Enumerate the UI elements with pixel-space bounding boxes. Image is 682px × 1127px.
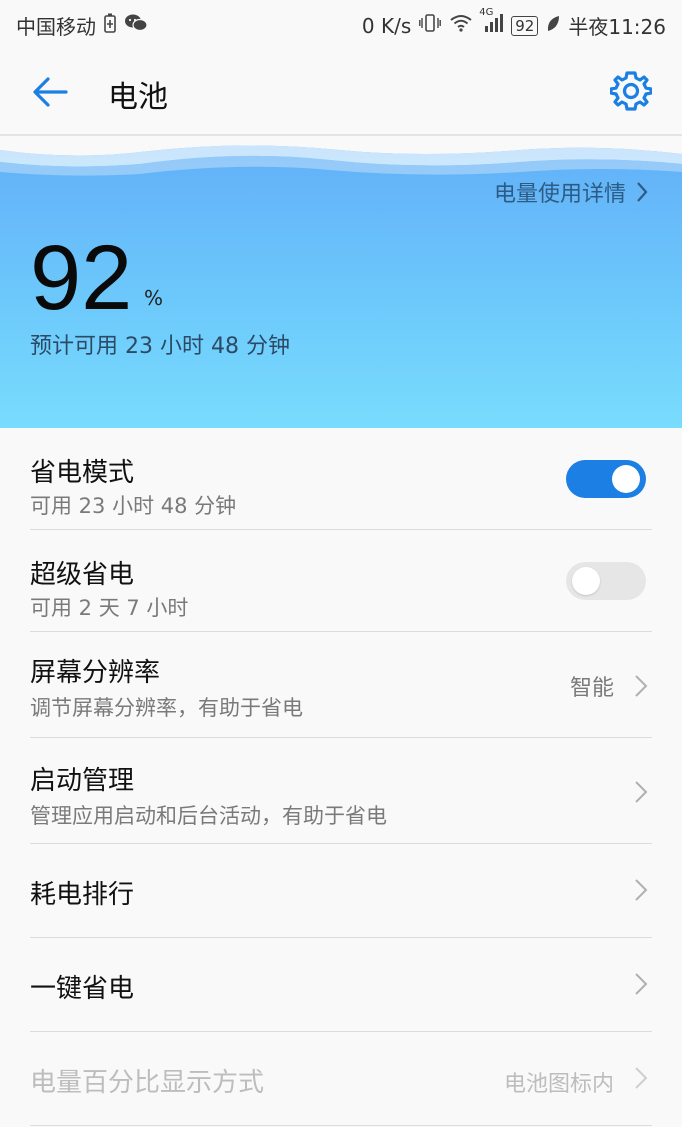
chevron-right-icon bbox=[635, 675, 648, 697]
chevron-right-icon bbox=[637, 182, 648, 202]
wechat-icon bbox=[124, 13, 148, 38]
startup-management-sub: 管理应用启动和后台活动，有助于省电 bbox=[30, 804, 387, 828]
back-button[interactable] bbox=[30, 72, 70, 112]
chevron-right-icon bbox=[635, 781, 648, 803]
remaining-time-estimate: 预计可用 23 小时 48 分钟 bbox=[30, 334, 290, 359]
vibrate-icon bbox=[419, 13, 442, 38]
screen-resolution-sub: 调节屏幕分辨率，有助于省电 bbox=[30, 696, 303, 720]
usage-details-label: 电量使用详情 bbox=[493, 182, 626, 207]
net-speed: 0 K/s bbox=[361, 13, 412, 38]
startup-management-row[interactable]: 启动管理 管理应用启动和后台活动，有助于省电 bbox=[0, 738, 682, 844]
startup-management-label: 启动管理 bbox=[30, 766, 135, 796]
ultra-power-saving-sub: 可用 2 天 7 小时 bbox=[30, 596, 189, 620]
settings-button[interactable] bbox=[609, 70, 653, 112]
battery-percent: 92 bbox=[30, 227, 133, 329]
screen-resolution-row[interactable]: 屏幕分辨率 调节屏幕分辨率，有助于省电 智能 bbox=[0, 632, 682, 738]
screen-resolution-label: 屏幕分辨率 bbox=[30, 658, 161, 688]
power-consumption-ranking-row[interactable]: 耗电排行 bbox=[0, 844, 682, 938]
chevron-right-icon bbox=[635, 879, 648, 901]
one-tap-optimize-row[interactable]: 一键省电 bbox=[0, 938, 682, 1032]
battery-percentage-display-value: 电池图标内 bbox=[503, 1072, 614, 1097]
battery-percentage-display-row: 电量百分比显示方式 电池图标内 bbox=[0, 1032, 682, 1126]
usage-details-link[interactable]: 电量使用详情 bbox=[494, 176, 648, 208]
wifi-icon bbox=[449, 13, 473, 38]
battery-charging-icon bbox=[104, 13, 116, 38]
settings-list: 省电模式 可用 23 小时 48 分钟 超级省电 可用 2 天 7 小时 屏幕分… bbox=[0, 428, 682, 1126]
percent-sign: % bbox=[144, 286, 164, 310]
battery-percentage-display-label: 电量百分比显示方式 bbox=[30, 1068, 265, 1098]
status-bar: 中国移动 0 K/s 4G 92 半夜11:26 bbox=[0, 0, 682, 48]
power-saving-mode-toggle[interactable] bbox=[566, 460, 646, 498]
power-consumption-ranking-label: 耗电排行 bbox=[30, 880, 135, 910]
clock: 半夜11:26 bbox=[568, 15, 666, 39]
ultra-power-saving-toggle[interactable] bbox=[566, 562, 646, 600]
app-bar: 电池 bbox=[0, 48, 682, 136]
ultra-power-saving-row[interactable]: 超级省电 可用 2 天 7 小时 bbox=[0, 530, 682, 632]
power-saving-mode-sub: 可用 23 小时 48 分钟 bbox=[30, 494, 237, 518]
network-type: 4G bbox=[479, 7, 494, 18]
back-arrow-icon bbox=[33, 77, 68, 107]
ultra-power-saving-label: 超级省电 bbox=[30, 560, 135, 590]
battery-summary-panel: 电量使用详情 92 % 预计可用 23 小时 48 分钟 bbox=[0, 136, 682, 428]
screen-resolution-value: 智能 bbox=[569, 676, 614, 701]
power-saving-mode-label: 省电模式 bbox=[30, 458, 135, 488]
battery-level-badge: 92 bbox=[511, 15, 539, 36]
page-title: 电池 bbox=[108, 80, 168, 115]
chevron-right-icon bbox=[635, 1067, 648, 1089]
power-saving-mode-row[interactable]: 省电模式 可用 23 小时 48 分钟 bbox=[0, 428, 682, 530]
chevron-right-icon bbox=[635, 973, 648, 995]
carrier-name: 中国移动 bbox=[16, 15, 96, 39]
signal-icon: 4G bbox=[479, 7, 504, 38]
gear-icon bbox=[609, 71, 653, 111]
leaf-icon bbox=[546, 14, 560, 38]
one-tap-optimize-label: 一键省电 bbox=[30, 974, 135, 1004]
